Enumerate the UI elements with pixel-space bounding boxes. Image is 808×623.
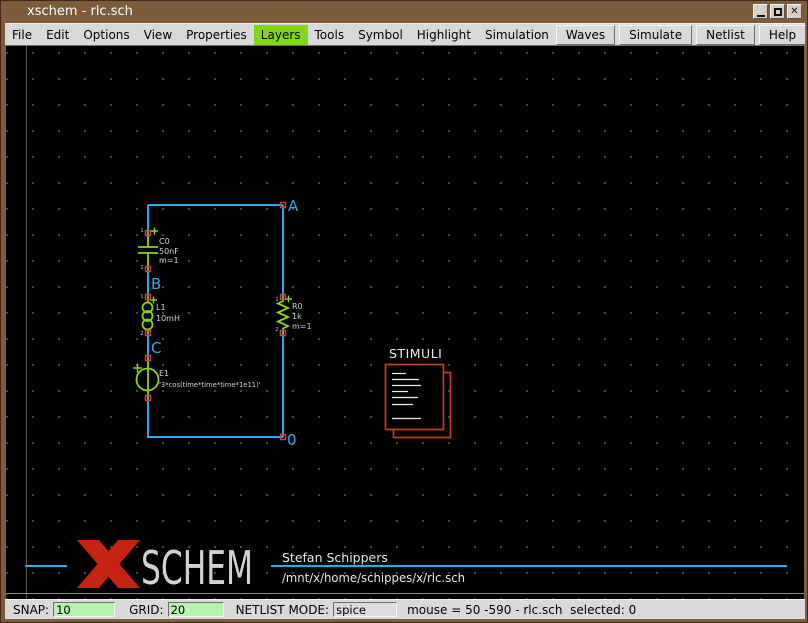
author-text: Stefan Schippers — [282, 550, 388, 565]
menu-item-symbol[interactable]: Symbol — [351, 25, 410, 45]
netlist-mode-label: NETLIST MODE: — [236, 603, 330, 617]
resistor-pin2-number: 2 — [275, 327, 278, 333]
help-button[interactable]: Help — [759, 25, 806, 45]
node-label-B[interactable]: B — [151, 275, 161, 293]
snap-label: SNAP: — [13, 603, 49, 617]
resistor-name: R0 — [292, 302, 303, 311]
window-title: xschem - rlc.sch — [27, 4, 133, 19]
title-block: SCHEM Stefan Schippers /mnt/x/home/schip… — [25, 540, 787, 595]
menu-item-edit[interactable]: Edit — [39, 25, 76, 45]
schematic-drawing[interactable]: A B C 0 C0 50nF m=1 1 2 — [6, 46, 804, 599]
capacitor-value: 50nF — [159, 247, 179, 256]
menu-item-properties[interactable]: Properties — [179, 25, 254, 45]
mouse-status-text: mouse = 50 -590 - rlc.sch selected: 0 — [407, 603, 636, 617]
xschem-window: xschem - rlc.sch ✕ File Edit Options Vie… — [0, 0, 808, 623]
plus-polarity-icon — [151, 228, 158, 235]
vsource-value: '3*cos(time*time*time*1e11)' — [159, 381, 261, 389]
stimuli-launcher[interactable]: STIMULI — [386, 346, 451, 438]
menu-item-options[interactable]: Options — [76, 25, 136, 45]
inductor-pin2-number: 2 — [140, 331, 143, 337]
capacitor-mult: m=1 — [159, 256, 179, 265]
minimize-button[interactable] — [753, 4, 768, 19]
minimize-icon — [757, 15, 765, 17]
file-path-text: /mnt/x/home/schippes/x/rlc.sch — [282, 570, 465, 585]
waves-button[interactable]: Waves — [556, 25, 615, 45]
statusbar: SNAP: GRID: NETLIST MODE: mouse = 50 -59… — [5, 599, 805, 619]
node-label-C[interactable]: C — [151, 339, 161, 357]
resistor-R0[interactable]: R0 1k m=1 1 2 — [275, 296, 311, 334]
xschem-logo-text: SCHEM — [141, 541, 253, 595]
stimuli-label: STIMULI — [389, 346, 442, 361]
close-icon: ✕ — [790, 7, 798, 17]
resistor-pin1-number: 1 — [275, 297, 278, 303]
window-controls: ✕ — [753, 4, 802, 19]
snap-input[interactable] — [53, 602, 115, 617]
resistor-mult: m=1 — [292, 322, 312, 331]
xschem-logo-x-icon — [77, 540, 140, 588]
netlist-button[interactable]: Netlist — [696, 25, 755, 45]
netlist-mode-input[interactable] — [333, 602, 397, 617]
schematic-canvas[interactable]: A B C 0 C0 50nF m=1 1 2 — [6, 46, 804, 599]
capacitor-pin2-number: 2 — [140, 265, 143, 271]
close-button[interactable]: ✕ — [787, 4, 802, 19]
inductor-pin1-number: 1 — [140, 294, 143, 300]
menu-item-simulation[interactable]: Simulation — [478, 25, 556, 45]
maximize-button[interactable] — [770, 4, 785, 19]
grid-label: GRID: — [129, 603, 163, 617]
capacitor-pin1-number: 1 — [140, 228, 143, 234]
inductor-value: 10mH — [156, 314, 180, 323]
resistor-value: 1k — [292, 312, 302, 321]
menu-item-tools[interactable]: Tools — [308, 25, 352, 45]
node-label-A[interactable]: A — [288, 197, 299, 215]
grid-input[interactable] — [168, 602, 224, 617]
inductor-symbol — [143, 297, 153, 333]
vsource-name: E1 — [159, 369, 169, 378]
vsource-E1[interactable]: E1 '3*cos(time*time*time*1e11)' — [133, 358, 261, 398]
capacitor-C0[interactable]: C0 50nF m=1 1 2 — [138, 228, 179, 272]
simulate-button[interactable]: Simulate — [619, 25, 692, 45]
menubar: File Edit Options View Properties Layers… — [5, 23, 805, 46]
menu-item-highlight[interactable]: Highlight — [410, 25, 478, 45]
vsource-symbol — [137, 358, 159, 398]
menu-item-view[interactable]: View — [137, 25, 179, 45]
capacitor-symbol — [138, 233, 158, 269]
titlebar: xschem - rlc.sch ✕ — [1, 1, 807, 23]
menu-item-layers[interactable]: Layers — [254, 25, 308, 45]
resistor-symbol — [278, 297, 288, 333]
node-label-0[interactable]: 0 — [287, 431, 297, 449]
maximize-icon — [774, 8, 782, 16]
capacitor-name: C0 — [159, 237, 170, 246]
inductor-name: L1 — [156, 303, 166, 312]
menu-item-file[interactable]: File — [5, 25, 39, 45]
